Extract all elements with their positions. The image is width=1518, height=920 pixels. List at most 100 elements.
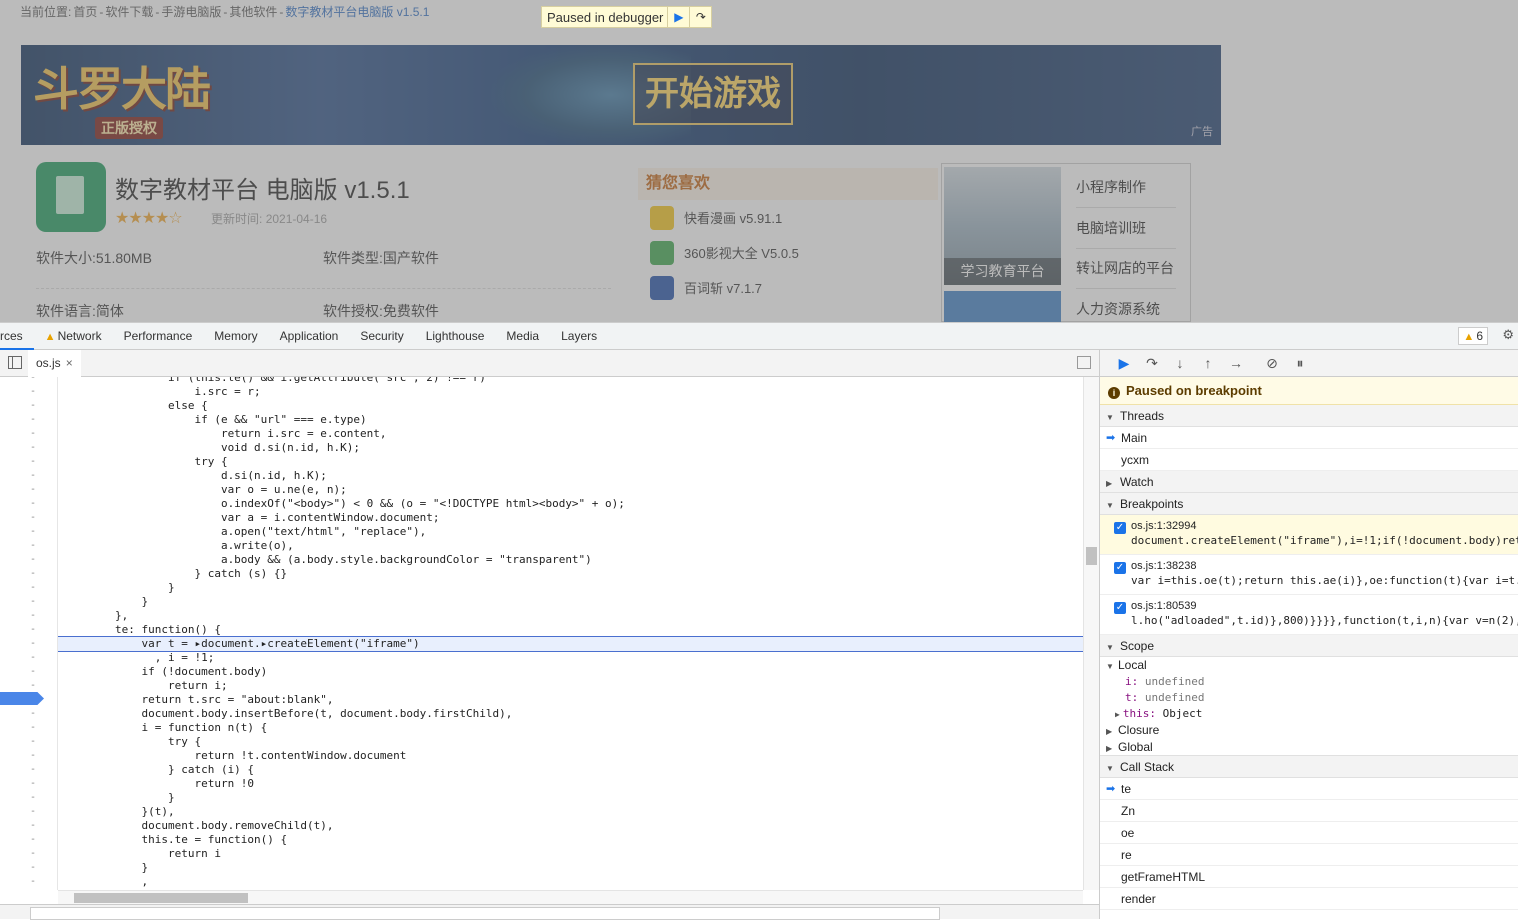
- call-stack-section-header[interactable]: ▼ Call Stack: [1100, 756, 1518, 778]
- gutter-line[interactable]: -: [0, 707, 57, 721]
- code-line[interactable]: return !t.contentWindow.document: [58, 749, 1083, 763]
- breakpoint-marker[interactable]: [0, 692, 44, 705]
- side-link-1[interactable]: 小程序制作: [1076, 177, 1176, 208]
- code-line[interactable]: document.body.insertBefore(t, document.b…: [58, 707, 1083, 721]
- gutter-line[interactable]: -: [0, 483, 57, 497]
- breadcrumb-item[interactable]: 其他软件: [229, 5, 277, 19]
- gutter-line[interactable]: -: [0, 721, 57, 735]
- code-line[interactable]: try {: [58, 455, 1083, 469]
- gutter-line[interactable]: -: [0, 875, 57, 889]
- vertical-scrollbar[interactable]: [1083, 377, 1099, 890]
- call-frame[interactable]: oe: [1100, 822, 1518, 844]
- code-line[interactable]: }: [58, 595, 1083, 609]
- side-link-4[interactable]: 人力资源系统: [1076, 299, 1176, 322]
- gutter-line[interactable]: -: [0, 791, 57, 805]
- resume-icon[interactable]: ▶: [667, 7, 689, 27]
- code-line[interactable]: ,: [58, 875, 1083, 889]
- gutter-line[interactable]: -: [0, 651, 57, 665]
- call-frame[interactable]: render: [1100, 888, 1518, 910]
- thread-ycxm[interactable]: ycxm: [1100, 449, 1518, 471]
- call-frame[interactable]: re: [1100, 844, 1518, 866]
- call-frame[interactable]: ➡ te: [1100, 778, 1518, 800]
- scrollbar-thumb[interactable]: [74, 893, 248, 903]
- scope-section-header[interactable]: ▼ Scope: [1100, 635, 1518, 657]
- code-line[interactable]: return i;: [58, 679, 1083, 693]
- gutter-line[interactable]: -: [0, 609, 57, 623]
- scope-var-t[interactable]: t: undefined: [1100, 690, 1518, 706]
- code-line[interactable]: a.write(o),: [58, 539, 1083, 553]
- code-line[interactable]: }: [58, 861, 1083, 875]
- code-line[interactable]: if (!document.body): [58, 665, 1083, 679]
- call-frame[interactable]: getFrameHTML: [1100, 866, 1518, 888]
- tab-layers[interactable]: Layers: [550, 323, 608, 350]
- toggle-navigator-icon[interactable]: [8, 356, 22, 369]
- gutter-line[interactable]: -: [0, 377, 57, 385]
- breakpoint-checkbox[interactable]: ✓: [1114, 602, 1126, 614]
- breakpoint-item[interactable]: ✓ os.js:1:38238 var i=this.oe(t);return th…: [1100, 555, 1518, 595]
- call-frame[interactable]: Zn: [1100, 800, 1518, 822]
- gear-icon[interactable]: ⚙: [1502, 327, 1514, 343]
- gutter-line[interactable]: -: [0, 861, 57, 875]
- code-line[interactable]: }: [58, 581, 1083, 595]
- gutter-line[interactable]: -: [0, 581, 57, 595]
- code-line[interactable]: return t.src = "about:blank",: [58, 693, 1083, 707]
- tab-performance[interactable]: Performance: [113, 323, 204, 350]
- toggle-debugger-icon[interactable]: [1077, 356, 1091, 369]
- gutter-line[interactable]: -: [0, 497, 57, 511]
- code-line[interactable]: document.body.removeChild(t),: [58, 819, 1083, 833]
- paused-code-line[interactable]: var t = ▸document.▸createElement("iframe…: [58, 636, 1083, 652]
- code-line[interactable]: a.open("text/html", "replace"),: [58, 525, 1083, 539]
- breadcrumb-item[interactable]: 手游电脑版: [161, 5, 221, 19]
- tab-application[interactable]: Application: [269, 323, 350, 350]
- photo-caption[interactable]: 学习教育平台: [944, 258, 1061, 285]
- gutter-line[interactable]: -: [0, 469, 57, 483]
- side-link-3[interactable]: 转让网店的平台: [1076, 258, 1176, 289]
- gutter-line[interactable]: -: [0, 595, 57, 609]
- side-link-2[interactable]: 电脑培训班: [1076, 218, 1176, 249]
- ad-banner[interactable]: 斗罗大陆 正版授权 开始游戏 广告: [21, 45, 1221, 145]
- code-line[interactable]: return !0: [58, 777, 1083, 791]
- scope-local[interactable]: ▼ Local: [1100, 657, 1518, 674]
- tab-rces[interactable]: rces: [0, 323, 34, 350]
- gutter-line[interactable]: -: [0, 805, 57, 819]
- code-line[interactable]: this.te = function() {: [58, 833, 1083, 847]
- promo-thumbnail[interactable]: [944, 291, 1061, 322]
- scope-closure[interactable]: ▶ Closure: [1100, 722, 1518, 739]
- tab-lighthouse[interactable]: Lighthouse: [415, 323, 496, 350]
- code-line[interactable]: a.body && (a.body.style.backgroundColor …: [58, 553, 1083, 567]
- guess-item[interactable]: 百词斩 v7.1.7: [638, 270, 938, 305]
- close-icon[interactable]: ×: [66, 356, 73, 370]
- code-editor[interactable]: if (this.te() && i.getAttribute("src", 2…: [58, 377, 1083, 890]
- scrollbar-thumb[interactable]: [1086, 547, 1097, 565]
- watch-section-header[interactable]: ▶ Watch: [1100, 471, 1518, 493]
- gutter-line[interactable]: -: [0, 525, 57, 539]
- tab-media[interactable]: Media: [495, 323, 550, 350]
- horizontal-scrollbar[interactable]: [58, 890, 1083, 904]
- file-tab-os-js[interactable]: os.js ×: [28, 350, 81, 377]
- code-line[interactable]: return i.src = e.content,: [58, 427, 1083, 441]
- breadcrumb-current[interactable]: 数字教材平台电脑版 v1.5.1: [285, 5, 429, 19]
- tab-network[interactable]: ▲ Network: [34, 323, 113, 350]
- tab-security[interactable]: Security: [349, 323, 414, 350]
- breakpoint-item[interactable]: ✓ os.js:1:32994 document.createElement("if…: [1100, 515, 1518, 555]
- code-line[interactable]: return i: [58, 847, 1083, 861]
- scope-global[interactable]: ▶ Global: [1100, 739, 1518, 756]
- tab-memory[interactable]: Memory: [203, 323, 268, 350]
- scope-var-this[interactable]: ▶ this: Object: [1100, 706, 1518, 722]
- gutter-line[interactable]: -: [0, 385, 57, 399]
- step-over-icon[interactable]: ↷: [1138, 355, 1166, 372]
- code-line[interactable]: try {: [58, 735, 1083, 749]
- code-line[interactable]: void d.si(n.id, h.K);: [58, 441, 1083, 455]
- code-line[interactable]: if (e && "url" === e.type): [58, 413, 1083, 427]
- guess-item[interactable]: 快看漫画 v5.91.1: [638, 200, 938, 235]
- guess-item[interactable]: 360影视大全 V5.0.5: [638, 235, 938, 270]
- code-line[interactable]: } catch (s) {}: [58, 567, 1083, 581]
- code-line[interactable]: },: [58, 609, 1083, 623]
- deactivate-breakpoints-icon[interactable]: ⊘: [1258, 355, 1286, 372]
- gutter-line[interactable]: -: [0, 399, 57, 413]
- breakpoint-checkbox[interactable]: ✓: [1114, 522, 1126, 534]
- gutter-line[interactable]: -: [0, 553, 57, 567]
- threads-section-header[interactable]: ▼ Threads: [1100, 405, 1518, 427]
- step-into-icon[interactable]: ↓: [1166, 355, 1194, 371]
- resume-icon[interactable]: ▶: [1110, 355, 1138, 372]
